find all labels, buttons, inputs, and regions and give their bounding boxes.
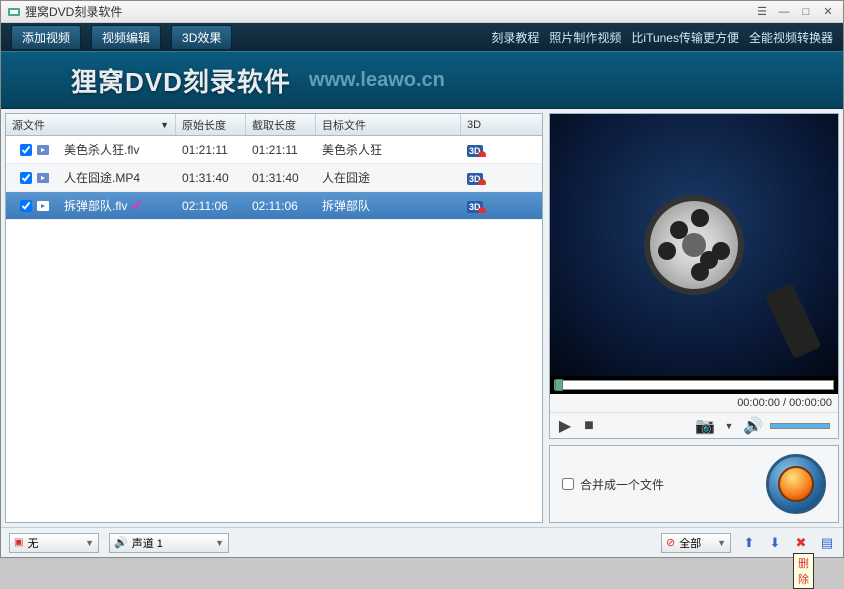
col-orig-len[interactable]: 原始长度 (176, 114, 246, 135)
maximize-icon[interactable]: □ (797, 5, 815, 19)
video-file-icon (36, 199, 50, 213)
toplink-converter[interactable]: 全能视频转换器 (749, 29, 833, 46)
apply-icon: ⊘ (666, 536, 675, 549)
cell-3d[interactable]: 3D (461, 171, 501, 185)
preview-video[interactable] (550, 114, 838, 376)
move-down-icon[interactable]: ⬇ (767, 535, 783, 551)
row-checkbox[interactable] (20, 144, 32, 156)
titlebar: 狸窝DVD刻录软件 ☰ — □ ✕ (1, 1, 843, 23)
cell-target: 美色杀人狂 (316, 141, 461, 158)
subtitle-icon: ▣ (14, 537, 23, 548)
clear-icon[interactable]: ▤ (819, 535, 835, 551)
badge-3d-icon: 3D (467, 201, 483, 213)
minimize-icon[interactable]: — (775, 5, 793, 19)
cell-cut-len: 01:31:40 (246, 171, 316, 185)
camera-icon[interactable]: 📷 (698, 419, 712, 433)
banner: 狸窝DVD刻录软件 www.leawo.cn (1, 51, 843, 109)
table-row[interactable]: 美色杀人狂.flv01:21:1101:21:11美色杀人狂3D (6, 136, 542, 164)
toplink-tutorial[interactable]: 刻录教程 (491, 29, 539, 46)
preview-panel: 00:00:00 / 00:00:00 ▶ ■ 📷 ▼ 🔊 (549, 113, 839, 439)
row-checkbox[interactable] (20, 200, 32, 212)
volume-slider[interactable] (770, 423, 830, 429)
cell-cut-len: 01:21:11 (246, 143, 316, 157)
cell-target: 人在囧途 (316, 169, 461, 186)
table-body: 美色杀人狂.flv01:21:1101:21:11美色杀人狂3D人在囧途.MP4… (6, 136, 542, 522)
col-3d[interactable]: 3D (461, 114, 501, 135)
cell-orig-len: 01:21:11 (176, 143, 246, 157)
cell-filename: 人在囧途.MP4 (58, 169, 176, 186)
app-logo-icon (7, 5, 21, 19)
camera-dropdown-icon[interactable]: ▼ (722, 419, 736, 433)
badge-3d-icon: 3D (467, 145, 483, 157)
video-file-icon (36, 171, 50, 185)
cell-filename: 拆弹部队.flv✔ (58, 197, 176, 214)
video-edit-button[interactable]: 视频编辑 (91, 25, 161, 50)
cell-3d[interactable]: 3D (461, 143, 501, 157)
move-up-icon[interactable]: ⬆ (741, 535, 757, 551)
row-checkbox[interactable] (20, 172, 32, 184)
audio-icon: 🔊 (114, 536, 128, 549)
cell-target: 拆弹部队 (316, 197, 461, 214)
volume-icon[interactable]: 🔊 (746, 419, 760, 433)
add-video-button[interactable]: 添加视频 (11, 25, 81, 50)
filmstrip-icon (765, 283, 822, 359)
effect-3d-button[interactable]: 3D效果 (171, 25, 232, 50)
video-file-icon (36, 143, 50, 157)
apply-combo[interactable]: ⊘ 全部▼ (661, 533, 731, 553)
menu-icon[interactable]: ☰ (753, 5, 771, 19)
col-target[interactable]: 目标文件 (316, 114, 461, 135)
action-panel: 合并成一个文件 (549, 445, 839, 523)
progress-bar[interactable] (554, 380, 834, 390)
window-title: 狸窝DVD刻录软件 (25, 3, 122, 20)
banner-title: 狸窝DVD刻录软件 (71, 62, 291, 99)
player-controls: ▶ ■ 📷 ▼ 🔊 (550, 412, 838, 438)
cell-filename: 美色杀人狂.flv (58, 141, 176, 158)
toplink-photo[interactable]: 照片制作视频 (549, 29, 621, 46)
cell-orig-len: 02:11:06 (176, 199, 246, 213)
film-reel-icon (644, 195, 744, 295)
table-header: 源文件▼ 原始长度 截取长度 目标文件 3D (6, 114, 542, 136)
delete-icon[interactable]: ✖ 删除 (793, 535, 809, 551)
cell-cut-len: 02:11:06 (246, 199, 316, 213)
table-row[interactable]: 人在囧途.MP401:31:4001:31:40人在囧途3D (6, 164, 542, 192)
audio-combo[interactable]: 🔊 声道 1▼ (109, 533, 229, 553)
badge-3d-icon: 3D (467, 173, 483, 185)
subtitle-combo[interactable]: ▣ 无▼ (9, 533, 99, 553)
bottom-bar: ▣ 无▼ 🔊 声道 1▼ ⊘ 全部▼ ⬆ ⬇ ✖ 删除 ▤ (1, 527, 843, 557)
col-source[interactable]: 源文件▼ (6, 114, 176, 135)
table-row[interactable]: 拆弹部队.flv✔02:11:0602:11:06拆弹部队3D (6, 192, 542, 220)
toplink-itunes[interactable]: 比iTunes传输更方便 (631, 29, 739, 46)
stop-icon[interactable]: ■ (582, 419, 596, 433)
close-icon[interactable]: ✕ (819, 5, 837, 19)
burn-flame-icon (778, 466, 814, 502)
cell-3d[interactable]: 3D (461, 199, 501, 213)
col-cut-len[interactable]: 截取长度 (246, 114, 316, 135)
file-list-panel: 源文件▼ 原始长度 截取长度 目标文件 3D 美色杀人狂.flv01:21:11… (5, 113, 543, 523)
merge-checkbox[interactable]: 合并成一个文件 (562, 476, 664, 493)
cell-orig-len: 01:31:40 (176, 171, 246, 185)
checkmark-icon: ✔ (131, 197, 143, 214)
banner-url: www.leawo.cn (309, 69, 445, 92)
play-icon[interactable]: ▶ (558, 419, 572, 433)
burn-button[interactable] (766, 454, 826, 514)
time-display: 00:00:00 / 00:00:00 (737, 397, 832, 409)
toolbar: 添加视频 视频编辑 3D效果 刻录教程 照片制作视频 比iTunes传输更方便 … (1, 23, 843, 51)
